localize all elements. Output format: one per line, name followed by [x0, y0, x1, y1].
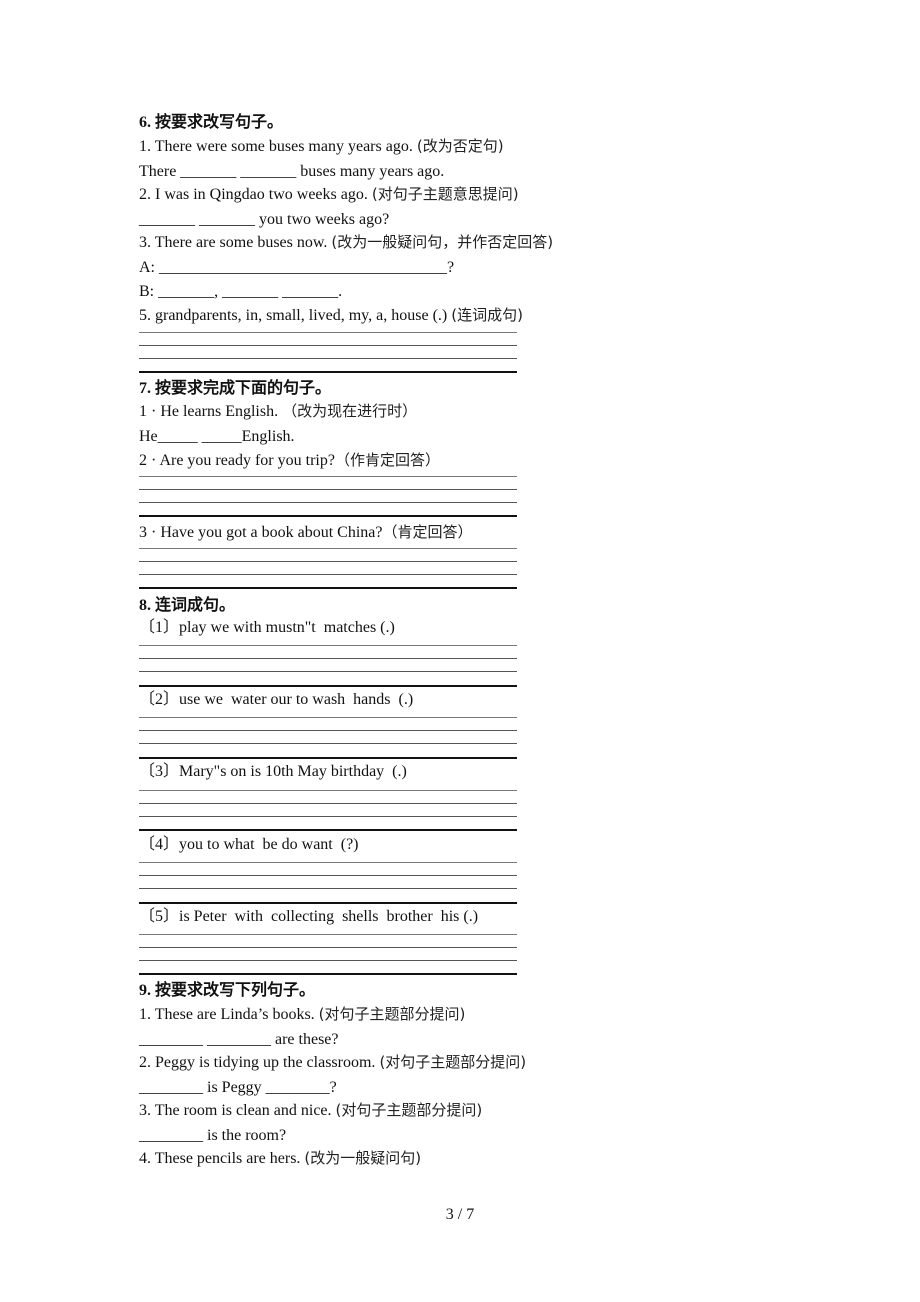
answer-line — [139, 888, 517, 889]
s9-line-5: 3. The room is clean and nice. (对句子主题部分提… — [139, 1101, 483, 1119]
section-8-heading: 8. 连词成句。 — [139, 595, 236, 614]
answer-line — [139, 587, 517, 589]
answer-line — [139, 973, 517, 975]
answer-line — [139, 757, 517, 759]
answer-line — [139, 717, 517, 718]
s6-line-6: A: ____________________________________? — [139, 259, 455, 276]
answer-line — [139, 685, 517, 687]
answer-line — [139, 816, 517, 817]
s9-line-7: 4. These pencils are hers. (改为一般疑问句) — [139, 1149, 422, 1167]
answer-line — [139, 548, 517, 549]
answer-line — [139, 829, 517, 831]
document-page: 6. 按要求改写句子。 1. There were some buses man… — [0, 0, 920, 1302]
page-number: 3 / 7 — [445, 1206, 475, 1223]
answer-line — [139, 790, 517, 791]
s6-line-7: B: _______, _______ _______. — [139, 283, 343, 300]
s9-line-4: ________ is Peggy ________? — [139, 1079, 337, 1096]
answer-line — [139, 358, 517, 359]
s6-line-8: 5. grandparents, in, small, lived, my, a… — [139, 306, 523, 324]
answer-line — [139, 371, 517, 373]
answer-line — [139, 489, 517, 490]
section-9-heading: 9. 按要求改写下列句子。 — [139, 980, 316, 999]
answer-line — [139, 960, 517, 961]
answer-line — [139, 671, 517, 672]
s6-line-5: 3. There are some buses now. (改为一般疑问句，并作… — [139, 233, 554, 251]
answer-line — [139, 947, 517, 948]
s9-line-1: 1. These are Linda’s books. (对句子主题部分提问) — [139, 1005, 466, 1023]
s9-line-6: ________ is the room? — [139, 1127, 287, 1144]
answer-line — [139, 574, 517, 575]
s7-line-1: 1 · He learns English. （改为现在进行时） — [139, 402, 418, 420]
s6-line-2: There _______ _______ buses many years a… — [139, 163, 445, 180]
answer-line — [139, 934, 517, 935]
s7-line-2: He_____ _____English. — [139, 428, 295, 445]
s8-item-2: 〔2〕use we water our to wash hands (.) — [139, 691, 414, 708]
s8-item-3: 〔3〕Mary"s on is 10th May birthday (.) — [139, 763, 407, 780]
answer-line — [139, 476, 517, 477]
answer-line — [139, 561, 517, 562]
section-6-heading: 6. 按要求改写句子。 — [139, 112, 284, 131]
s8-item-1: 〔1〕play we with mustn"t matches (.) — [139, 619, 395, 636]
s7-line-4: 3 · Have you got a book about China?（肯定回… — [139, 523, 473, 541]
s8-item-4: 〔4〕you to what be do want (?) — [139, 836, 359, 853]
answer-line — [139, 645, 517, 646]
answer-line — [139, 502, 517, 503]
answer-line — [139, 730, 517, 731]
answer-line — [139, 803, 517, 804]
answer-line — [139, 875, 517, 876]
s8-item-5: 〔5〕is Peter with collecting shells broth… — [139, 908, 479, 925]
s6-line-4: _______ _______ you two weeks ago? — [139, 211, 390, 228]
answer-line — [139, 743, 517, 744]
answer-line — [139, 515, 517, 517]
answer-line — [139, 658, 517, 659]
answer-line — [139, 862, 517, 863]
section-7-heading: 7. 按要求完成下面的句子。 — [139, 378, 332, 397]
s7-line-3: 2 · Are you ready for you trip?（作肯定回答） — [139, 451, 440, 469]
s6-line-1: 1. There were some buses many years ago.… — [139, 137, 504, 155]
answer-line — [139, 332, 517, 333]
s6-line-3: 2. I was in Qingdao two weeks ago. (对句子主… — [139, 185, 519, 203]
s9-line-2: ________ ________ are these? — [139, 1031, 339, 1048]
answer-line — [139, 902, 517, 904]
s9-line-3: 2. Peggy is tidying up the classroom. (对… — [139, 1053, 527, 1071]
answer-line — [139, 345, 517, 346]
